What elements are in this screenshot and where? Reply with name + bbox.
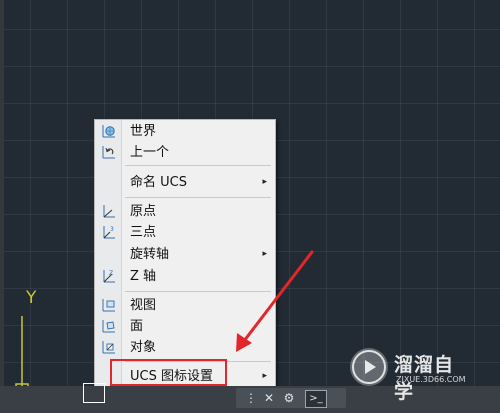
menu-item-label: Z 轴 [130,269,157,284]
menu-item-label: 原点 [130,204,157,219]
submenu-arrow-icon: ▸ [262,177,267,187]
watermark-subtitle: ZIXUE.3D66.COM [396,375,466,384]
selection-square [83,383,105,403]
menu-item-object[interactable]: 对象 [95,337,275,358]
svg-text:Z: Z [109,270,113,277]
command-prompt-icon[interactable]: >_ [305,390,327,408]
menu-item-label: 命名 UCS [130,175,187,190]
menu-item-label: 三点 [130,225,157,240]
menu-item-rotate-axis[interactable]: 旋转轴 ▸ [95,244,275,265]
z-axis-ucs-icon: Z [103,270,115,283]
annotation-highlight-box [110,359,227,386]
watermark: 溜溜自学 ZIXUE.3D66.COM [350,348,470,403]
menu-separator [125,165,271,166]
watermark-logo-icon [350,348,388,386]
grip-icon: ⋮ [245,391,257,405]
close-icon[interactable]: ✕ [260,390,278,406]
menu-item-face[interactable]: 面 [95,316,275,337]
menu-item-view[interactable]: 视图 [95,295,275,316]
world-ucs-icon [102,125,115,138]
menu-item-z-axis[interactable]: Z Z 轴 [95,266,275,287]
menu-item-label: 面 [130,319,144,334]
menu-item-world[interactable]: 世界 [95,121,275,142]
submenu-arrow-icon: ▸ [262,371,267,381]
menu-item-label: 对象 [130,340,157,355]
origin-ucs-icon [103,205,115,218]
menu-item-label: 世界 [130,124,157,139]
submenu-arrow-icon: ▸ [262,249,267,259]
face-ucs-icon [102,320,115,333]
command-toolbar: ⋮ ✕ ⚙ [236,388,346,408]
svg-text:3: 3 [110,226,114,233]
view-ucs-icon [102,299,115,312]
menu-item-named-ucs[interactable]: 命名 UCS ▸ [95,172,275,193]
menu-item-three-point[interactable]: 3 三点 [95,222,275,243]
menu-item-origin[interactable]: 原点 [95,201,275,222]
wrench-icon[interactable]: ⚙ [280,390,298,406]
menu-separator [125,197,271,198]
menu-item-label: 视图 [130,298,157,313]
ucs-context-menu: 世界 上一个 命名 UCS ▸ 原点 3 三点 旋转轴 ▸ Z Z 轴 视图 面… [94,119,276,390]
menu-item-label: 旋转轴 [130,247,170,262]
menu-item-previous[interactable]: 上一个 [95,142,275,163]
object-ucs-icon [102,341,115,354]
ucs-y-axis-label: Y [26,288,37,308]
three-point-ucs-icon: 3 [103,226,115,239]
menu-item-label: 上一个 [130,145,170,160]
previous-ucs-icon [102,146,115,159]
menu-separator [125,291,271,292]
